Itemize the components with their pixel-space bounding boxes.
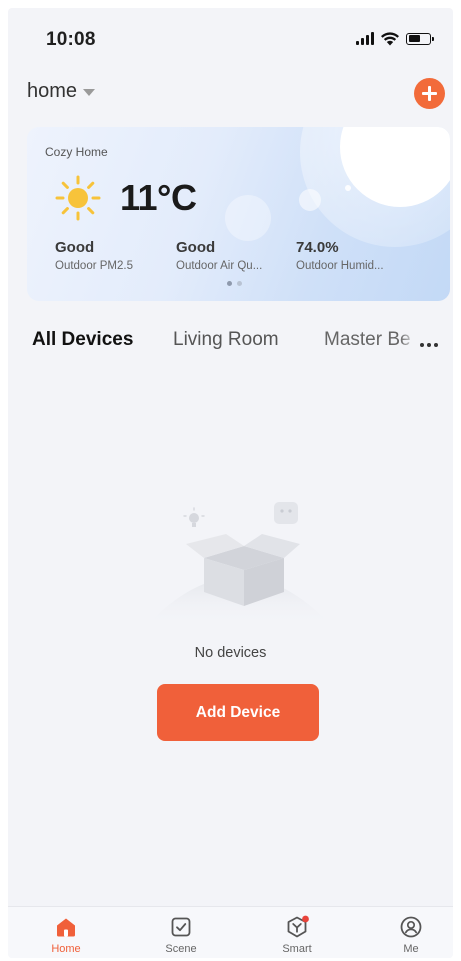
metric-value: Good (55, 239, 95, 256)
nav-label: Smart (282, 943, 312, 955)
nav-label: Me (403, 943, 419, 955)
metric-air-quality: Good Outdoor Air Qu... (176, 239, 262, 272)
scene-icon (171, 917, 191, 937)
nav-label: Scene (165, 943, 197, 955)
smart-icon (287, 915, 309, 938)
tab-master-bedroom[interactable]: Master Be (324, 329, 416, 351)
empty-message: No devices (194, 645, 267, 661)
metric-label: Outdoor Air Qu... (176, 260, 263, 272)
metric-humidity: 74.0% Outdoor Humid... (296, 239, 384, 272)
nav-label: Home (51, 943, 81, 955)
home-name: home (27, 80, 78, 102)
home-selector[interactable]: home (27, 80, 96, 103)
bottom-nav: Home Scene Smart Me (8, 906, 453, 958)
status-icons (356, 31, 434, 46)
caret-down-icon (83, 89, 96, 96)
add-device-button[interactable]: Add Device (157, 684, 319, 741)
card-decoration (225, 195, 271, 241)
weather-card[interactable]: Cozy Home 11°C Good Outdoor PM2.5 Good O… (27, 127, 450, 301)
metric-value: Good (176, 239, 216, 256)
page-dot (237, 281, 242, 286)
metric-label: Outdoor Humid... (296, 260, 384, 272)
nav-scene[interactable]: Scene (146, 915, 216, 955)
empty-box-illustration (146, 502, 332, 626)
status-time: 10:08 (46, 29, 96, 50)
nav-home[interactable]: Home (31, 915, 101, 955)
status-bar: 10:08 (8, 8, 453, 68)
page-indicator (227, 281, 242, 286)
home-icon (57, 918, 75, 937)
profile-icon (400, 916, 422, 938)
metric-pm25: Good Outdoor PM2.5 (55, 239, 133, 272)
nav-me[interactable]: Me (376, 915, 446, 955)
add-button[interactable] (414, 78, 445, 109)
notification-badge (302, 915, 309, 923)
metric-value: 74.0% (296, 239, 339, 256)
nav-smart[interactable]: Smart (262, 915, 332, 955)
wifi-icon (381, 32, 399, 46)
tab-living-room[interactable]: Living Room (173, 329, 279, 351)
sun-icon (55, 175, 101, 221)
tab-all-devices[interactable]: All Devices (32, 329, 133, 351)
temperature: 11°C (120, 177, 197, 218)
room-tabs: All Devices Living Room Master Be (8, 323, 453, 363)
page-dot (227, 281, 232, 286)
card-title: Cozy Home (45, 145, 108, 159)
card-decoration (345, 185, 351, 191)
more-icon[interactable] (420, 343, 438, 347)
metric-label: Outdoor PM2.5 (55, 260, 133, 272)
battery-icon (406, 32, 434, 45)
app-screen: 10:08 home Cozy Home 11°C Good Outdoor P… (8, 8, 453, 958)
cellular-signal-icon (356, 32, 374, 45)
card-decoration (299, 189, 321, 211)
